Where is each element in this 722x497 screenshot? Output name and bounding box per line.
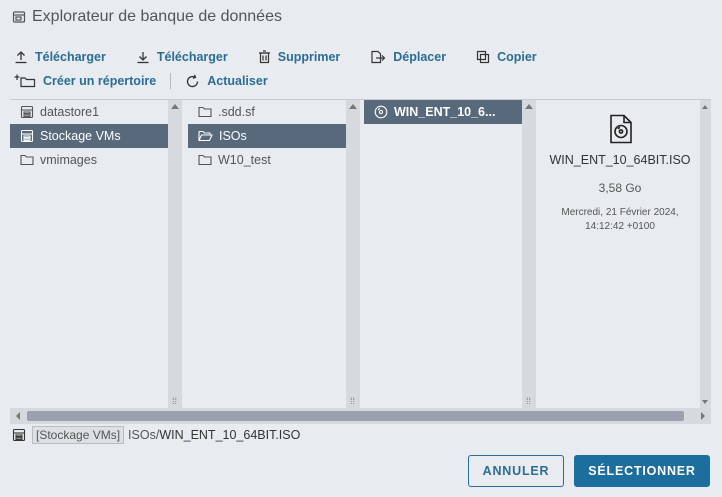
scroll-up-arrow[interactable]	[702, 105, 708, 109]
move-button[interactable]: Déplacer	[370, 48, 446, 66]
download-label: Télécharger	[156, 50, 228, 64]
refresh-button[interactable]: Actualiser	[185, 72, 268, 90]
details-modified-line1: Mercredi, 21 Février 2024,	[561, 207, 679, 218]
copy-icon	[476, 50, 490, 64]
column-resize-grip[interactable]: ⁞⁞	[350, 397, 355, 406]
list-item[interactable]: ISOs	[188, 124, 346, 148]
details-scrollbar[interactable]	[700, 100, 711, 408]
list-item[interactable]: WIN_ENT_10_6...	[364, 100, 522, 124]
select-button[interactable]: SÉLECTIONNER	[574, 455, 710, 487]
create-folder-label: Créer un répertoire	[43, 74, 157, 88]
list-item-label: WIN_ENT_10_6...	[394, 105, 496, 119]
toolbar-secondary: Créer un répertoire Actualiser	[14, 72, 268, 90]
path-file: WIN_ENT_10_64BIT.ISO	[159, 428, 301, 442]
folder-column: .sdd.sf ISOs W10_test ⁞⁞	[188, 100, 360, 408]
datastore-icon	[20, 129, 34, 143]
download-icon	[136, 50, 150, 64]
file-details-panel: WIN_ENT_10_64BIT.ISO 3,58 Go Mercredi, 2…	[540, 100, 700, 408]
file-browser: datastore1 Stockage VMs vmimages ⁞⁞ .sdd…	[10, 99, 711, 408]
dialog-title: Explorateur de banque de données	[32, 8, 282, 25]
create-folder-button[interactable]: Créer un répertoire	[14, 72, 156, 90]
list-item[interactable]: W10_test	[188, 148, 346, 172]
list-item-label: W10_test	[218, 153, 271, 167]
column-scrollbar[interactable]: ⁞⁞	[168, 100, 182, 408]
datastore-browser-dialog: Explorateur de banque de données Télécha…	[0, 0, 722, 497]
list-item-label: vmimages	[40, 153, 97, 167]
scroll-up-arrow[interactable]	[171, 104, 179, 109]
list-item-label: .sdd.sf	[218, 105, 255, 119]
list-item[interactable]: .sdd.sf	[188, 100, 346, 124]
dialog-header: Explorateur de banque de données	[12, 8, 282, 26]
move-label: Déplacer	[393, 50, 447, 64]
scroll-up-arrow[interactable]	[525, 104, 533, 109]
copy-button[interactable]: Copier	[476, 48, 537, 66]
datastore-icon	[20, 105, 34, 119]
datastore-browser-icon	[12, 10, 26, 24]
list-item-label: datastore1	[40, 105, 100, 119]
upload-button[interactable]: Télécharger	[14, 48, 106, 66]
trash-icon	[258, 50, 271, 64]
upload-icon	[14, 50, 28, 64]
column-resize-grip[interactable]: ⁞⁞	[526, 397, 531, 406]
folder-icon	[198, 106, 212, 118]
details-modified-line2: 14:12:42 +0100	[585, 221, 655, 232]
refresh-label: Actualiser	[207, 74, 268, 88]
path-folder: ISOs/	[128, 428, 160, 442]
column-resize-grip[interactable]: ⁞⁞	[172, 397, 177, 406]
delete-button[interactable]: Supprimer	[258, 48, 341, 66]
list-item[interactable]: datastore1	[10, 100, 168, 124]
delete-label: Supprimer	[277, 50, 341, 64]
scroll-down-arrow[interactable]	[702, 400, 708, 404]
details-file-name: WIN_ENT_10_64BIT.ISO	[549, 153, 691, 167]
list-item[interactable]: vmimages	[10, 148, 168, 172]
scroll-up-arrow[interactable]	[349, 104, 357, 109]
list-item[interactable]: Stockage VMs	[10, 124, 168, 148]
selected-path: [Stockage VMs] ISOs/WIN_ENT_10_64BIT.ISO	[12, 426, 300, 444]
column-scrollbar[interactable]: ⁞⁞	[522, 100, 536, 408]
list-item-label: ISOs	[219, 129, 247, 143]
folder-icon	[20, 154, 34, 166]
column-scrollbar[interactable]: ⁞⁞	[346, 100, 360, 408]
scroll-right-arrow[interactable]	[701, 412, 705, 420]
scrollbar-thumb[interactable]	[27, 411, 684, 421]
copy-label: Copier	[497, 50, 537, 64]
details-file-size: 3,58 Go	[598, 181, 642, 195]
disc-image-file-icon	[608, 114, 634, 144]
file-column: WIN_ENT_10_6... ⁞⁞	[364, 100, 536, 408]
cancel-button[interactable]: ANNULER	[468, 455, 564, 487]
new-folder-icon	[14, 74, 36, 88]
toolbar-divider	[170, 73, 172, 89]
datastore-column: datastore1 Stockage VMs vmimages ⁞⁞	[10, 100, 182, 408]
move-file-icon	[370, 50, 386, 64]
upload-label: Télécharger	[35, 50, 106, 64]
horizontal-scrollbar[interactable]	[10, 408, 711, 424]
path-datastore-tag: [Stockage VMs]	[32, 426, 125, 444]
disc-icon	[374, 105, 388, 119]
details-modified-date: Mercredi, 21 Février 2024, 14:12:42 +010…	[544, 206, 696, 234]
list-item-label: Stockage VMs	[40, 129, 121, 143]
folder-open-icon	[198, 130, 213, 142]
datastore-icon	[12, 428, 26, 442]
path-text: ISOs/WIN_ENT_10_64BIT.ISO	[128, 428, 300, 442]
folder-icon	[198, 154, 212, 166]
toolbar-primary: Télécharger Télécharger Supprimer Déplac…	[14, 48, 537, 66]
scroll-left-arrow[interactable]	[16, 412, 20, 420]
download-button[interactable]: Télécharger	[136, 48, 228, 66]
refresh-icon	[185, 74, 200, 89]
